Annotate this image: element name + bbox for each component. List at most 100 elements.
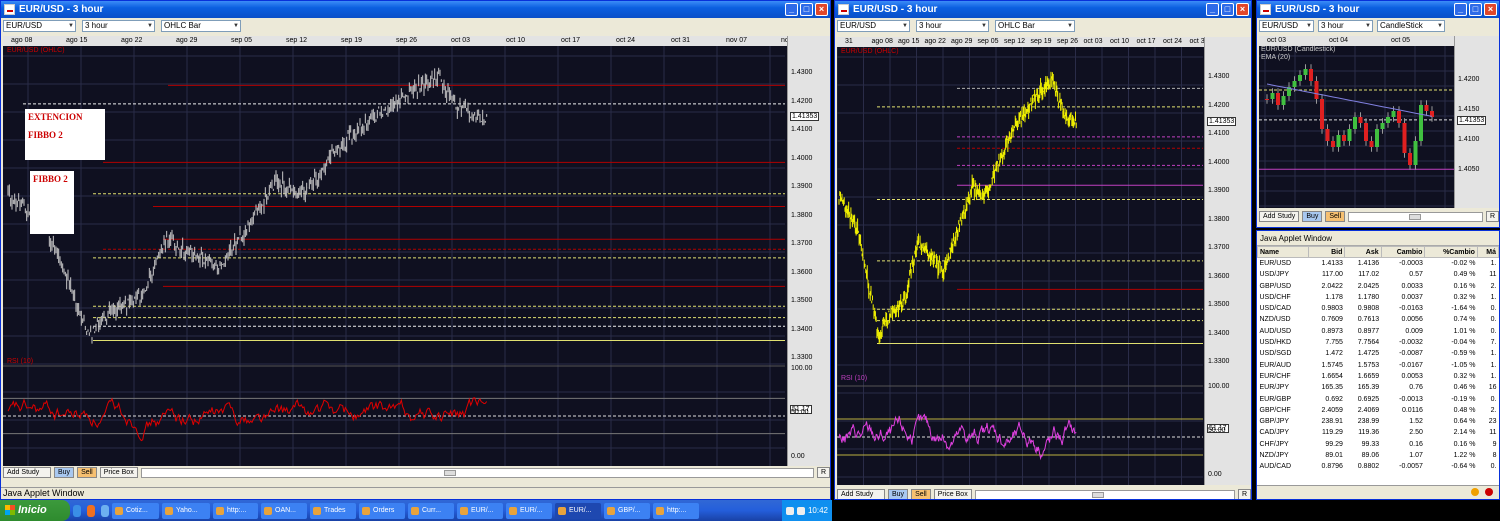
chart-scrollbar[interactable] (1348, 211, 1483, 222)
tray-icon[interactable] (796, 506, 805, 515)
taskbar-button[interactable]: OAN... (261, 502, 307, 519)
column-header[interactable]: Name (1257, 245, 1310, 259)
chart-type-select[interactable]: OHLC Bar (995, 20, 1075, 32)
symbol-select[interactable]: EUR/USD (1259, 20, 1314, 32)
firefox-quicklaunch-icon[interactable] (87, 504, 95, 517)
close-icon[interactable]: × (815, 3, 828, 16)
start-button[interactable]: Inicio (0, 500, 70, 521)
add-study-button[interactable]: Add Study (837, 489, 885, 499)
rates-row[interactable]: CAD/JPY 119.29 119.36 2.50 2.14 % 11 (1258, 427, 1499, 438)
taskbar-button[interactable]: http:... (653, 502, 699, 519)
tray-icon[interactable] (785, 506, 794, 515)
chart-window-1[interactable]: EUR/USD - 3 hour _□× EUR/USD 3 hour OHLC… (0, 0, 831, 500)
price-chart[interactable]: ago 08 ago 15 ago 22 ago 29 sep 05 sep 12 sep … (3, 36, 830, 466)
rates-scrollbar[interactable] (1257, 485, 1499, 499)
ie-quicklaunch-icon[interactable] (73, 504, 81, 517)
price-chart[interactable]: 31 ago 08 ago 15 ago 22 ago 29 sep 05 sep 12 se… (837, 37, 1251, 485)
period-select[interactable]: 3 hour (82, 20, 155, 32)
rates-row[interactable]: EUR/USD 1.4133 1.4136 -0.0003 -0.02 % 1. (1258, 258, 1499, 269)
close-icon[interactable]: × (1236, 3, 1249, 16)
close-icon[interactable]: × (1484, 3, 1497, 16)
rates-row[interactable]: NZD/JPY 89.01 89.06 1.07 1.22 % 8 (1258, 450, 1499, 461)
sell-button[interactable]: Sell (911, 489, 931, 499)
taskbar-button[interactable]: Trades (310, 502, 356, 519)
chart-window-3[interactable]: EUR/USD - 3 hour _□× EUR/USD 3 hour Cand… (1256, 0, 1500, 228)
chart-window-2[interactable]: EUR/USD - 3 hour _□× EUR/USD 3 hour OHLC… (834, 0, 1252, 500)
buy-button[interactable]: Buy (54, 467, 75, 478)
window-title-bar[interactable]: EUR/USD - 3 hour _ □ × (835, 1, 1251, 18)
price-chart[interactable]: oct 03 oct 04 oct 05 EUR/USD (Candlestick)… (1259, 36, 1499, 208)
minimize-icon[interactable]: _ (1206, 3, 1219, 16)
rates-cell: 1.5745 (1321, 361, 1343, 369)
scroll-thumb[interactable] (1091, 491, 1104, 498)
chart-type-select[interactable]: CandleStick (1377, 20, 1445, 32)
rates-cell: EUR/GBP (1259, 395, 1292, 403)
rates-row[interactable]: EUR/JPY 165.35 165.39 0.76 0.46 % 16 (1258, 382, 1499, 393)
rates-cell: 0. (1490, 327, 1497, 335)
taskbar-button[interactable]: Curr... (408, 502, 454, 519)
rates-row[interactable]: GBP/USD 2.0422 2.0425 0.0033 0.16 % 2. (1258, 280, 1499, 291)
taskbar-button[interactable]: GBP/... (604, 502, 650, 519)
sell-button[interactable]: Sell (1325, 211, 1346, 222)
rates-row[interactable]: USD/CHF 1.178 1.1780 0.0037 0.32 % 1. (1258, 292, 1499, 303)
column-header[interactable]: Má (1476, 245, 1499, 259)
taskbar-button[interactable]: EUR/... (457, 502, 503, 519)
taskbar-button[interactable]: Cotiz... (112, 502, 159, 519)
rates-row[interactable]: AUD/CAD 0.8796 0.8802 -0.0057 -0.64 % 0. (1258, 461, 1499, 472)
taskbar-button[interactable]: http:... (213, 502, 258, 519)
price-box-button[interactable]: Price Box (933, 489, 972, 499)
minimize-icon[interactable]: _ (785, 3, 798, 16)
buy-button[interactable]: Buy (1302, 211, 1323, 222)
scroll-thumb[interactable] (1408, 213, 1421, 220)
window-title-bar[interactable]: EUR/USD - 3 hour _ □ × (1257, 1, 1499, 18)
sell-button[interactable]: Sell (77, 467, 97, 478)
rates-row[interactable]: USD/SGD 1.472 1.4725 -0.0087 -0.59 % 1. (1258, 348, 1499, 359)
rates-cell: 1.178 (1325, 293, 1343, 301)
rates-row[interactable]: GBP/JPY 238.91 238.99 1.52 0.64 % 23 (1258, 416, 1499, 427)
reset-button[interactable]: R (1485, 211, 1499, 222)
symbol-select[interactable]: EUR/USD (837, 20, 910, 32)
column-header[interactable]: Ask (1344, 245, 1382, 259)
rates-row[interactable]: USD/JPY 117.00 117.02 0.57 0.49 % 11 (1258, 269, 1499, 280)
scroll-thumb[interactable] (443, 469, 456, 476)
rates-row[interactable]: EUR/AUD 1.5745 1.5753 -0.0167 -1.05 % 1. (1258, 359, 1499, 370)
rates-row[interactable]: EUR/CHF 1.6654 1.6659 0.0053 0.32 % 1. (1258, 371, 1499, 382)
add-study-button[interactable]: Add Study (3, 467, 51, 478)
rates-window[interactable]: Java Applet Window Name Bid Ask Cambio %Camb… (1256, 230, 1500, 500)
rates-row[interactable]: EUR/GBP 0.692 0.6925 -0.0013 -0.19 % 0. (1258, 393, 1499, 404)
maximize-icon[interactable]: □ (1221, 3, 1234, 16)
rates-row[interactable]: CHF/JPY 99.29 99.33 0.16 0.16 % 9 (1258, 439, 1499, 450)
window-title-bar[interactable]: EUR/USD - 3 hour _ □ × (1, 1, 830, 18)
column-header[interactable]: %Cambio (1424, 245, 1478, 259)
buy-button[interactable]: Buy (888, 489, 909, 499)
period-select[interactable]: 3 hour (1318, 20, 1373, 32)
rates-row[interactable]: GBP/CHF 2.4059 2.4069 0.0116 0.48 % 2. (1258, 405, 1499, 416)
rates-row[interactable]: NZD/USD 0.7609 0.7613 0.0056 0.74 % 0. (1258, 314, 1499, 325)
column-header[interactable]: Cambio (1380, 245, 1426, 259)
chart-scrollbar[interactable] (140, 467, 814, 478)
chart-type-select[interactable]: OHLC Bar (161, 20, 241, 32)
taskbar-button[interactable]: Orders (359, 502, 405, 519)
rates-table[interactable]: Name Bid Ask Cambio %Cambio Má EUR/USD 1.4133 1… (1257, 245, 1499, 472)
price-box-button[interactable]: Price Box (99, 467, 138, 478)
rates-row[interactable]: USD/CAD 0.9803 0.9808 -0.0163 -1.64 % 0. (1258, 303, 1499, 314)
period-select[interactable]: 3 hour (916, 20, 989, 32)
maximize-icon[interactable]: □ (1469, 3, 1482, 16)
symbol-select[interactable]: EUR/USD (3, 20, 76, 32)
taskbar-button[interactable]: EUR/... (555, 502, 601, 519)
taskbar-button[interactable]: EUR/... (506, 502, 552, 519)
reset-button[interactable]: R (1237, 489, 1251, 499)
price-tick: 1.3600 (791, 268, 813, 276)
desktop-quicklaunch-icon[interactable] (101, 504, 109, 517)
taskbar-button[interactable]: Yaho... (162, 502, 210, 519)
rates-row[interactable]: USD/HKD 7.755 7.7564 -0.0032 -0.04 % 7. (1258, 337, 1499, 348)
maximize-icon[interactable]: □ (800, 3, 813, 16)
date-axis: 31 ago 08 ago 15 ago 22 ago 29 sep 05 sep 12 se… (837, 37, 1251, 47)
reset-button[interactable]: R (816, 467, 830, 478)
minimize-icon[interactable]: _ (1454, 3, 1467, 16)
chart-scrollbar[interactable] (974, 489, 1235, 499)
add-study-button[interactable]: Add Study (1259, 211, 1300, 222)
rates-row[interactable]: AUD/USD 0.8973 0.8977 0.009 1.01 % 0. (1258, 326, 1499, 337)
column-header[interactable]: Bid (1308, 245, 1346, 259)
price-tick: 1.4000 (1208, 158, 1230, 166)
